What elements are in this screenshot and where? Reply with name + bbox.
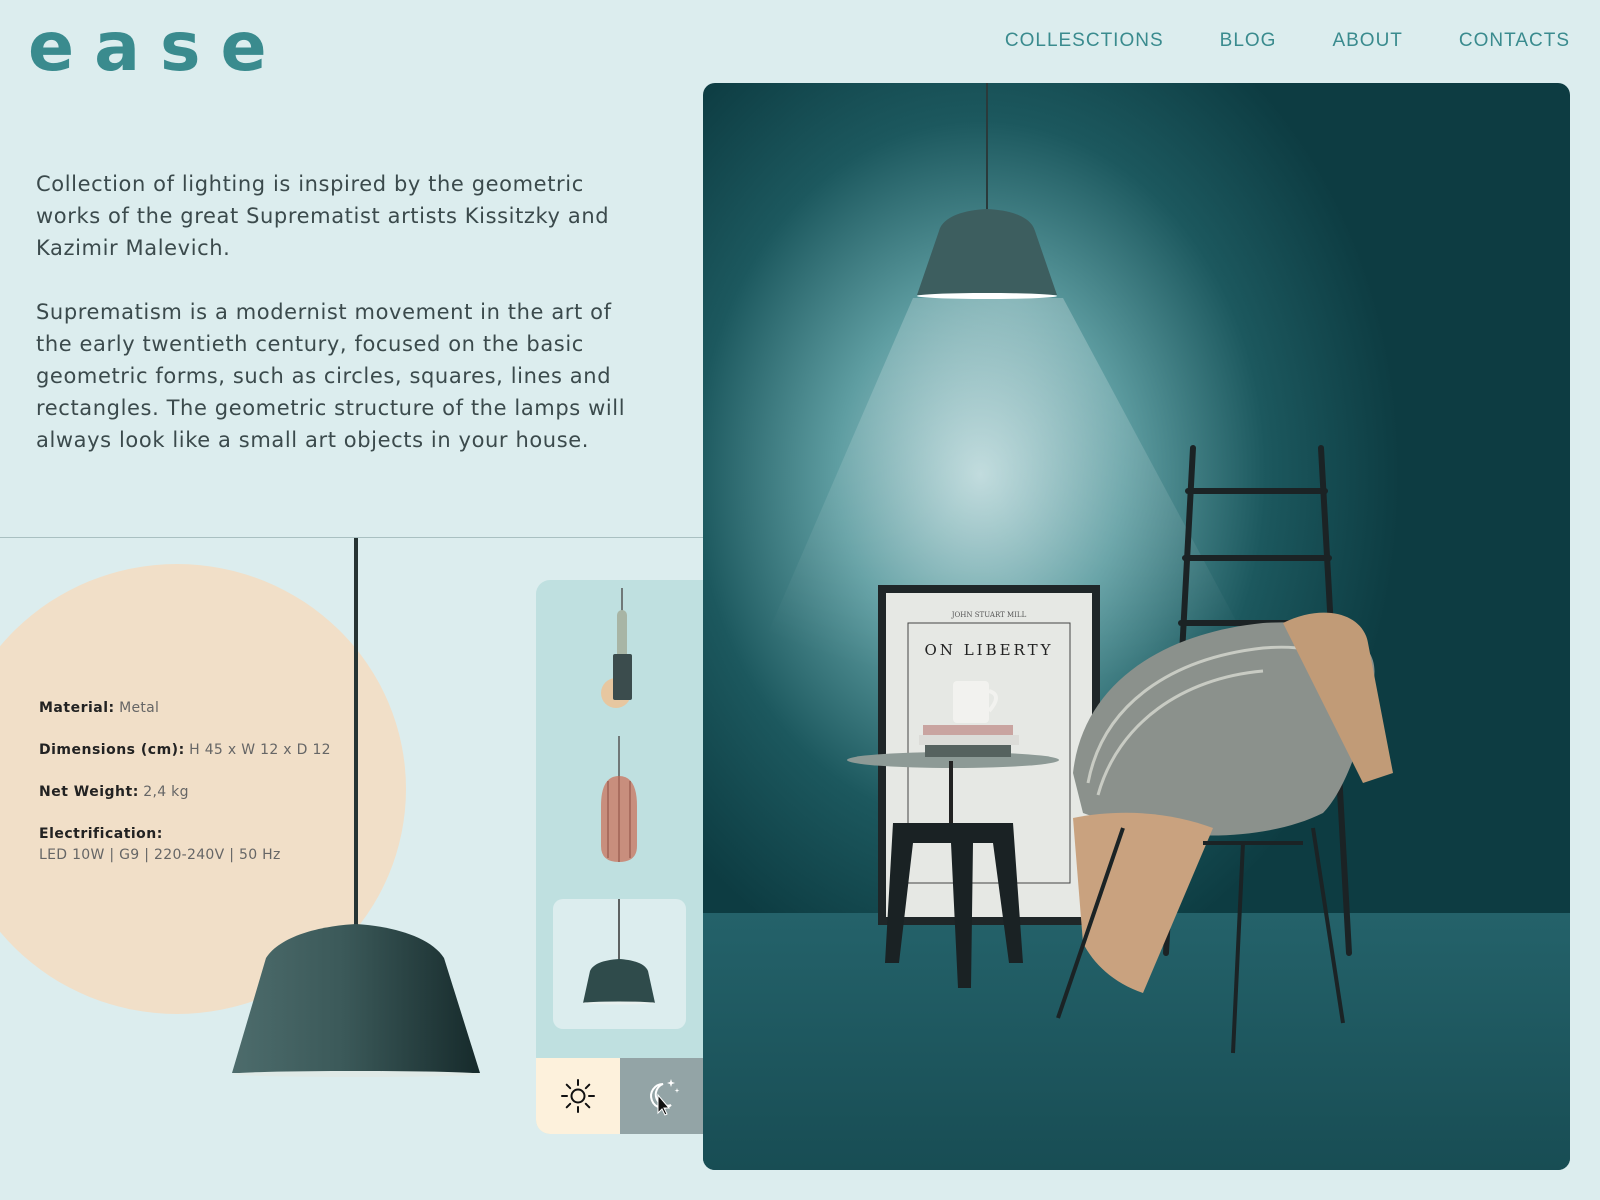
night-mode-button[interactable] bbox=[620, 1058, 703, 1134]
poster-title: ON LIBERTY bbox=[925, 641, 1054, 659]
lamp-selector-panel bbox=[536, 580, 703, 1134]
spec-value: Metal bbox=[119, 700, 160, 716]
moon-stars-icon bbox=[649, 1079, 679, 1116]
lamp-thumbnail[interactable] bbox=[553, 588, 686, 718]
intro-paragraph: Collection of lighting is inspired by th… bbox=[36, 172, 610, 260]
nav-item-collections[interactable]: COLLESCTIONS bbox=[1005, 30, 1164, 52]
nav-item-about[interactable]: ABOUT bbox=[1332, 30, 1402, 52]
intro-text: Collection of lighting is inspired by th… bbox=[36, 168, 636, 488]
nav-item-blog[interactable]: BLOG bbox=[1220, 30, 1277, 52]
spec-label: Net Weight: bbox=[39, 784, 139, 800]
lamp-thumbnail[interactable] bbox=[553, 736, 686, 866]
day-mode-button[interactable] bbox=[536, 1058, 620, 1134]
nav-item-contacts[interactable]: CONTACTS bbox=[1459, 30, 1570, 52]
hero-scene-image: JOHN STUART MILL ON LIBERTY bbox=[703, 83, 1570, 1170]
spec-label: Dimensions (cm): bbox=[39, 742, 185, 758]
cylinder-pendant-lamp-icon bbox=[601, 588, 632, 708]
intro-paragraph: Suprematism is a modernist movement in t… bbox=[36, 300, 626, 452]
spec-value: 2,4 kg bbox=[143, 784, 189, 800]
dome-pendant-lamp-icon bbox=[583, 899, 655, 1005]
logo[interactable]: ease bbox=[28, 14, 287, 82]
lamp-thumbnail-selected[interactable] bbox=[553, 899, 686, 1029]
spec-label: Material: bbox=[39, 700, 115, 716]
sun-icon bbox=[561, 1079, 595, 1113]
product-lamp-image bbox=[232, 538, 480, 1077]
main-nav: COLLESCTIONS BLOG ABOUT CONTACTS bbox=[1005, 30, 1570, 52]
interior-scene-illustration: JOHN STUART MILL ON LIBERTY bbox=[703, 83, 1570, 1170]
poster-author: JOHN STUART MILL bbox=[951, 611, 1027, 619]
copper-pendant-lamp-icon bbox=[601, 736, 637, 862]
light-mode-toggle bbox=[536, 1058, 703, 1134]
